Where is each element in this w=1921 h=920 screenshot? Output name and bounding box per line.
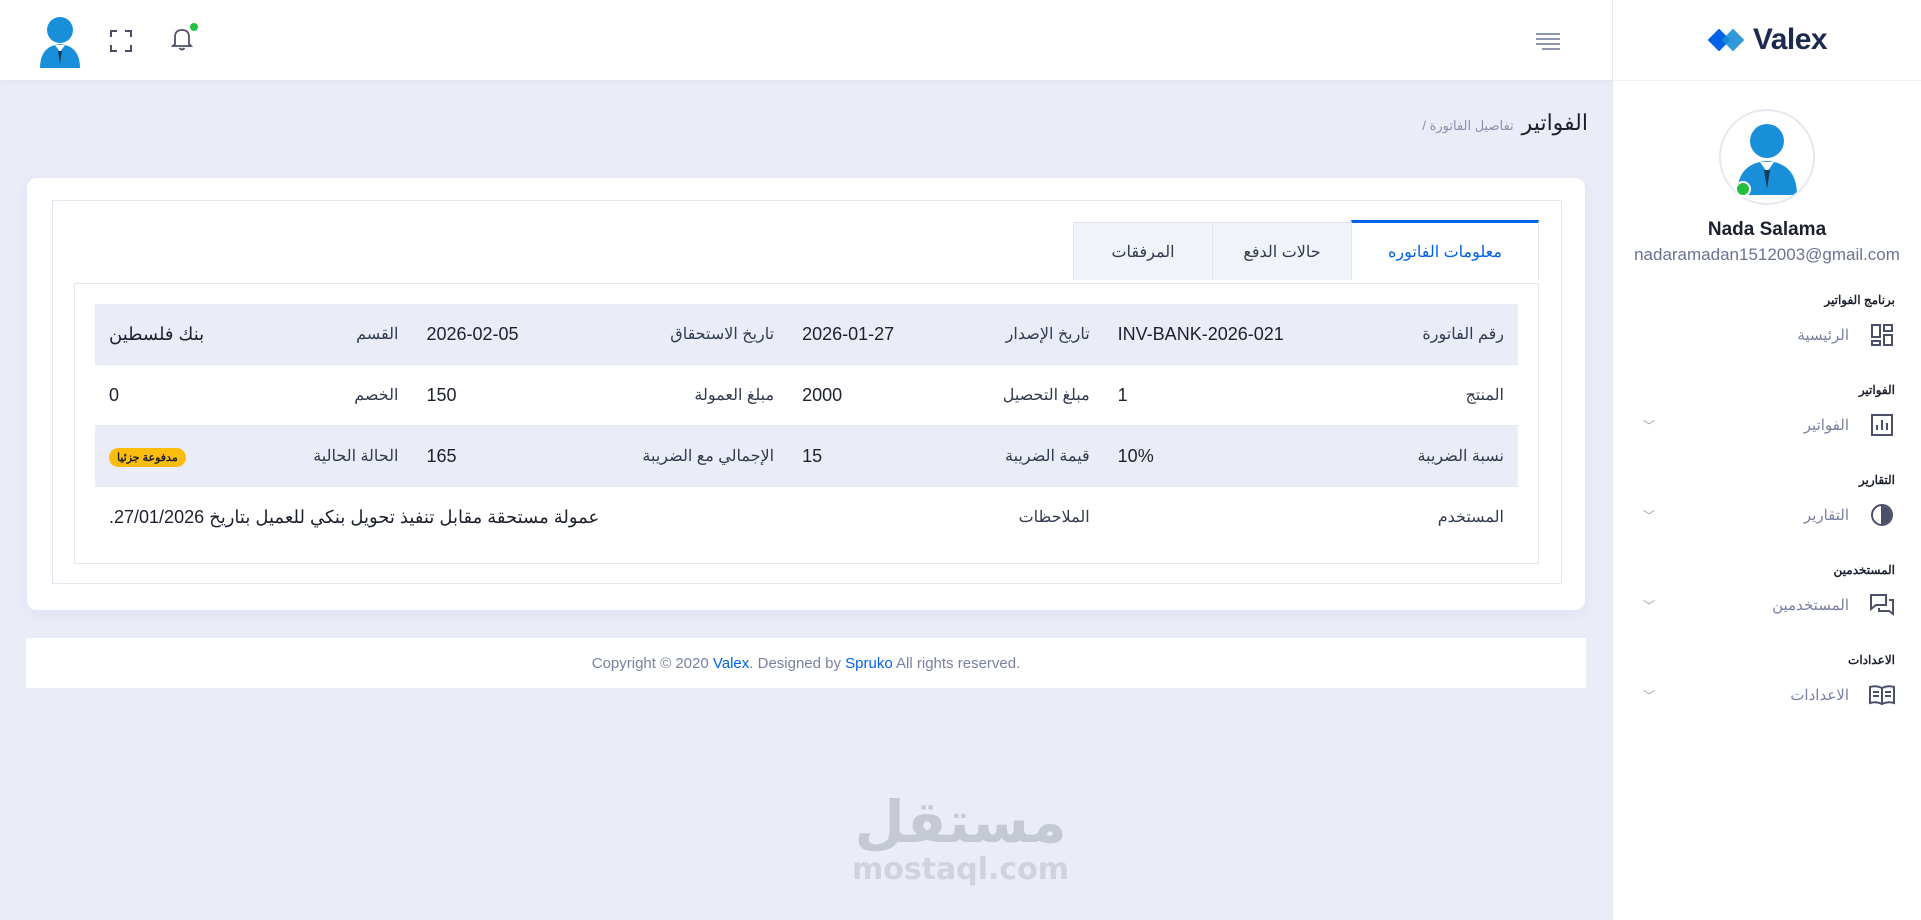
watermark: مستقل mostaql.com <box>843 790 1078 886</box>
notes-label: الملاحظات <box>949 486 1104 547</box>
current-status-label: الحالة الحالية <box>260 425 413 487</box>
tab-payment-status[interactable]: حالات الدفع <box>1212 222 1352 280</box>
chat-icon <box>1869 592 1895 618</box>
tab-attachments[interactable]: المرفقات <box>1073 222 1213 280</box>
page-heading: الفواتير / تفاصيل الفاتورة <box>1422 110 1588 136</box>
current-status-cell: مدفوعة جزئيا <box>95 425 261 487</box>
menu-section-users: المستخدمين المستخدمين ﹀ <box>1613 560 1921 630</box>
user-name: Nada Salama <box>1707 219 1827 240</box>
sidebar-item-label: التقارير <box>1803 507 1849 524</box>
commission-amount-label: مبلغ العمولة <box>573 364 789 426</box>
commission-amount-value: 150 <box>412 364 574 426</box>
menu-section-reports: التقارير التقارير ﹀ <box>1613 470 1921 540</box>
valex-logo-icon <box>1707 28 1745 52</box>
breadcrumb[interactable]: / تفاصيل الفاتورة <box>1422 118 1513 134</box>
header-avatar-icon[interactable] <box>36 14 84 68</box>
footer-designed-by: . Designed by <box>749 654 846 672</box>
user-label: المستخدم <box>1364 486 1518 547</box>
status-badge: مدفوعة جزئيا <box>109 448 186 467</box>
brand-logo[interactable]: Valex <box>1613 0 1921 81</box>
notes-text: عمولة مستحقة مقابل تنفيذ تحويل بنكي للعم… <box>109 506 600 527</box>
collection-amount-value: 2000 <box>788 364 950 426</box>
sidebar-item-label: الاعدادات <box>1790 687 1849 704</box>
footer-copyright: Copyright © 2020 <box>591 654 713 672</box>
tax-value-label: قيمة الضريبة <box>949 425 1104 487</box>
issue-date-label: تاريخ الإصدار <box>949 304 1104 365</box>
discount-value: 0 <box>95 364 261 426</box>
total-with-tax-label: الإجمالي مع الضريبة <box>573 425 789 487</box>
user-profile: Nada Salama nadaramadan1512003@gmail.com <box>1613 81 1921 265</box>
menu-section-invoices: الفواتير الفواتير ﹀ <box>1613 380 1921 450</box>
sidebar-item-settings[interactable]: الاعدادات ﹀ <box>1613 670 1921 720</box>
invoice-card: معلومات الفاتوره حالات الدفع المرفقات رق… <box>27 178 1585 610</box>
sidebar-menu: برنامج الفواتير الرئيسية الفواتير الفوات… <box>1613 290 1921 740</box>
product-value: 1 <box>1103 364 1365 426</box>
page-title: الفواتير <box>1521 110 1588 135</box>
due-date-label: تاريخ الاستحقاق <box>573 304 789 365</box>
sidebar-item-label: المستخدمين <box>1772 597 1849 614</box>
footer-rights: All rights reserved. <box>892 654 1021 672</box>
pie-chart-icon <box>1869 502 1895 528</box>
invoice-number-label: رقم الفاتورة <box>1364 304 1518 365</box>
tax-value-value: 15 <box>788 425 950 487</box>
invoice-details-table: رقم الفاتورة INV-BANK-2026-021 تاريخ الإ… <box>95 304 1518 547</box>
tax-rate-value: 10% <box>1103 425 1365 487</box>
sidebar-item-invoices[interactable]: الفواتير ﹀ <box>1613 400 1921 450</box>
footer-brand-link[interactable]: Valex <box>713 655 749 672</box>
chevron-down-icon: ﹀ <box>1643 598 1656 613</box>
chevron-down-icon: ﹀ <box>1643 508 1656 523</box>
chevron-down-icon: ﹀ <box>1643 688 1656 703</box>
sidebar-item-home[interactable]: الرئيسية <box>1613 310 1921 360</box>
table-row: المنتج 1 مبلغ التحصيل 2000 مبلغ العمولة … <box>95 364 1518 426</box>
total-with-tax-value: 165 <box>412 425 574 487</box>
bar-chart-icon <box>1869 412 1895 438</box>
sidebar-item-label: الرئيسية <box>1797 327 1849 344</box>
menu-section-home: برنامج الفواتير الرئيسية <box>1613 290 1921 360</box>
sidebar-item-users[interactable]: المستخدمين ﹀ <box>1613 580 1921 630</box>
footer-designer-link[interactable]: Spruko <box>845 655 893 672</box>
product-label: المنتج <box>1364 364 1518 426</box>
book-icon <box>1869 682 1895 708</box>
menu-category: المستخدمين <box>1833 563 1895 577</box>
due-date-value: 2026-02-05 <box>412 304 574 365</box>
sidebar-item-label: الفواتير <box>1803 417 1849 434</box>
top-header <box>0 0 1612 81</box>
tab-invoice-info[interactable]: معلومات الفاتوره <box>1351 220 1539 280</box>
menu-toggle-icon[interactable] <box>1534 30 1562 52</box>
watermark-latin: mostaql.com <box>851 852 1070 887</box>
footer: Copyright © 2020 Valex. Designed by Spru… <box>26 638 1586 688</box>
invoice-info-pane: رقم الفاتورة INV-BANK-2026-021 تاريخ الإ… <box>74 283 1539 564</box>
menu-section-settings: الاعدادات الاعدادات ﹀ <box>1613 650 1921 720</box>
user-email: nadaramadan1512003@gmail.com <box>1634 245 1900 264</box>
issue-date-value: 2026-01-27 <box>788 304 950 365</box>
dashboard-icon <box>1869 322 1895 348</box>
menu-category: برنامج الفواتير <box>1824 293 1895 307</box>
invoice-tabs: معلومات الفاتوره حالات الدفع المرفقات <box>1073 220 1539 280</box>
profile-avatar[interactable] <box>1719 109 1815 205</box>
brand-name: Valex <box>1752 23 1828 56</box>
chevron-down-icon: ﹀ <box>1643 418 1656 433</box>
menu-category: التقارير <box>1858 473 1895 487</box>
sidebar: Valex Nada Salama nadaramadan1512003@gma… <box>1612 0 1921 920</box>
online-status-dot <box>1735 181 1751 197</box>
menu-category: الفواتير <box>1858 383 1895 397</box>
menu-category: الاعدادات <box>1848 653 1895 667</box>
tax-rate-label: نسبة الضريبة <box>1364 425 1518 487</box>
watermark-arabic: مستقل <box>854 788 1067 856</box>
user-value <box>1103 486 1365 547</box>
notification-dot <box>190 23 198 31</box>
section-value: بنك فلسطين <box>95 304 261 365</box>
invoice-number-value: INV-BANK-2026-021 <box>1103 304 1365 365</box>
table-row: نسبة الضريبة 10% قيمة الضريبة 15 الإجمال… <box>95 425 1518 487</box>
card-body: معلومات الفاتوره حالات الدفع المرفقات رق… <box>52 200 1562 584</box>
notes-value: عمولة مستحقة مقابل تنفيذ تحويل بنكي للعم… <box>95 486 950 547</box>
sidebar-item-reports[interactable]: التقارير ﹀ <box>1613 490 1921 540</box>
table-row: رقم الفاتورة INV-BANK-2026-021 تاريخ الإ… <box>95 304 1518 365</box>
section-label: القسم <box>260 304 413 365</box>
table-row: المستخدم الملاحظات عمولة مستحقة مقابل تن… <box>95 486 1518 547</box>
fullscreen-icon[interactable] <box>110 30 132 52</box>
discount-label: الخصم <box>260 364 413 426</box>
collection-amount-label: مبلغ التحصيل <box>949 364 1104 426</box>
